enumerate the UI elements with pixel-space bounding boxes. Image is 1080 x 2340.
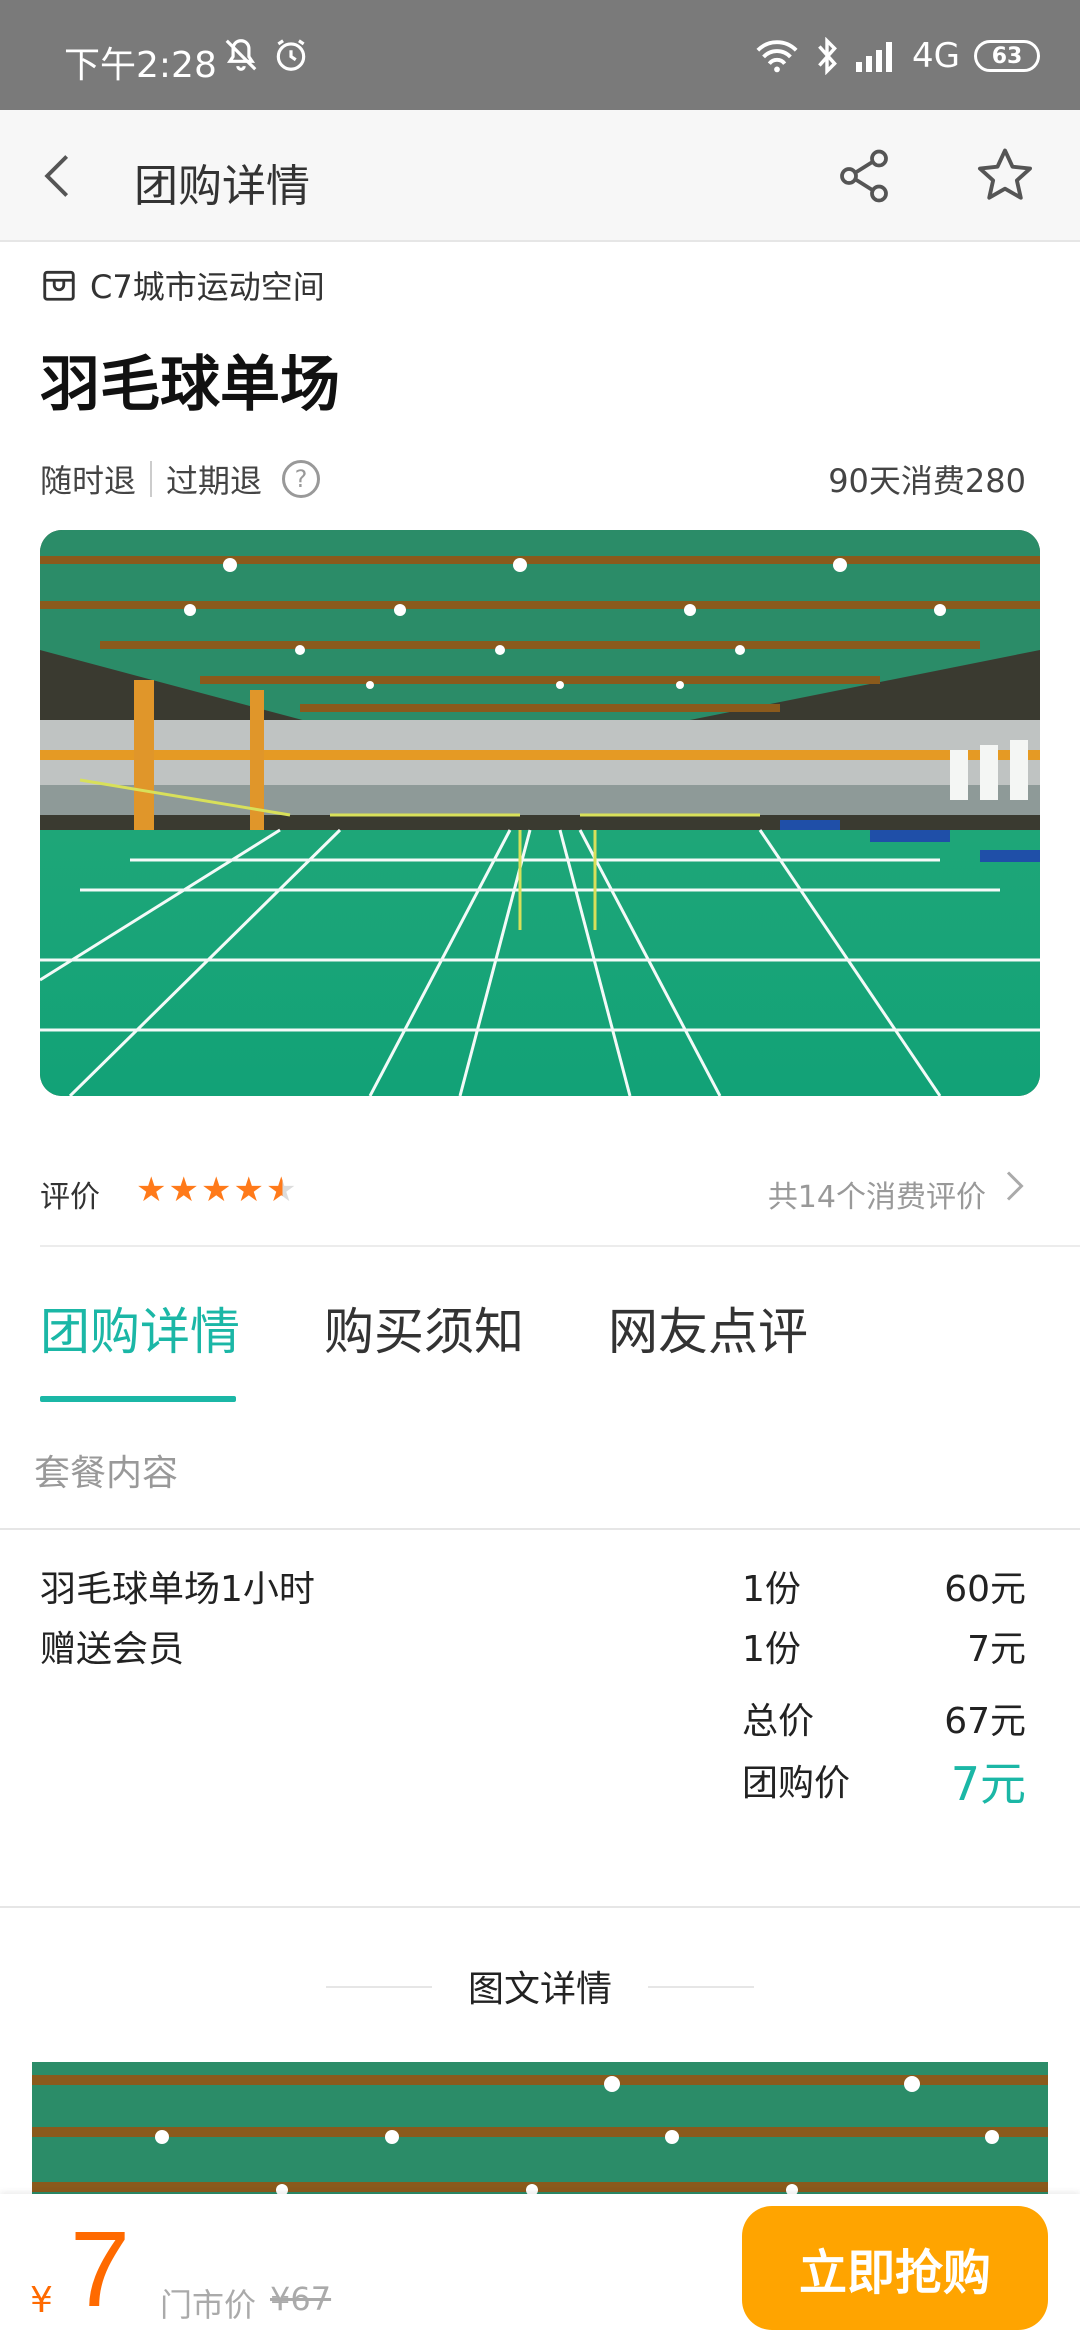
rating-row[interactable]: 评价 ★ ★ ★ ★ ★ 共14个消费评价 [40, 1166, 1040, 1222]
star-icon: ★ [168, 1170, 199, 1210]
tab-group-details[interactable]: 团购详情 [40, 1292, 240, 1364]
signal-icon [856, 42, 893, 72]
divider [0, 1528, 1080, 1530]
favorite-star-icon[interactable] [974, 144, 1036, 206]
package-item-name: 赠送会员 [40, 1629, 185, 1670]
sales-count: 90天消费280 [828, 462, 1026, 500]
detail-photo[interactable] [32, 2062, 1048, 2212]
shop-name: C7城市运动空间 [90, 268, 325, 306]
rating-stars: ★ ★ ★ ★ ★ [136, 1170, 296, 1210]
group-price: 7元 [950, 1757, 1026, 1811]
buy-now-button[interactable]: 立即抢购 [742, 2206, 1048, 2330]
currency-symbol: ¥ [30, 2280, 53, 2321]
package-item: 赠送会员 1份 7元 [0, 1620, 1080, 1680]
divider [40, 1245, 1080, 1247]
page-title: 团购详情 [134, 161, 310, 212]
shop-icon [43, 270, 75, 301]
deal-price: 7 [70, 2208, 131, 2329]
star-icon: ★ [136, 1170, 167, 1210]
total-label: 总价 [742, 1701, 815, 1742]
refund-expired: 过期退 [166, 462, 263, 500]
share-icon[interactable] [834, 146, 894, 206]
network-type: 4G [912, 36, 960, 76]
active-tab-indicator [40, 1396, 236, 1402]
refund-anytime: 随时退 [40, 462, 137, 500]
package-item-name: 羽毛球单场1小时 [40, 1569, 315, 1610]
original-price: ¥67 [270, 2280, 332, 2318]
package-item-price: 7元 [967, 1629, 1026, 1670]
star-icon: ★ [200, 1170, 232, 1210]
battery-level: 63 [991, 43, 1023, 69]
group-price-label: 团购价 [742, 1763, 851, 1804]
package-item-qty: 1份 [742, 1629, 801, 1670]
package-item: 羽毛球单场1小时 1份 60元 [0, 1560, 1080, 1620]
mute-notification-icon [225, 39, 257, 71]
image-text-details-header: 图文详情 [467, 1969, 612, 2010]
deal-title: 羽毛球单场 [40, 350, 340, 420]
divider [0, 1906, 1080, 1908]
bluetooth-icon [818, 37, 837, 75]
help-icon[interactable]: ? [282, 460, 321, 498]
refund-policy: 随时退 过期退 ? [40, 456, 321, 502]
package-item-price: 60元 [944, 1569, 1026, 1610]
alarm-icon [276, 39, 306, 71]
group-price-row: 团购价 7元 [0, 1754, 1080, 1814]
rating-label: 评价 [40, 1180, 100, 1215]
review-count: 共14个消费评价 [767, 1180, 986, 1215]
shop-row[interactable]: C7城市运动空间 [40, 262, 325, 308]
bottom-purchase-bar: ¥ 7 门市价 ¥67 立即抢购 [0, 2194, 1080, 2340]
refund-divider [150, 461, 153, 497]
package-item-qty: 1份 [742, 1569, 801, 1610]
wifi-icon [756, 40, 798, 73]
tab-user-reviews[interactable]: 网友点评 [608, 1292, 808, 1364]
total-price: 67元 [944, 1701, 1026, 1742]
star-icon: ★ [233, 1170, 264, 1210]
package-section-label: 套餐内容 [34, 1453, 179, 1494]
chevron-right-icon [1006, 1171, 1024, 1201]
detail-tabs: 团购详情 购买须知 网友点评 [40, 1292, 808, 1364]
tab-purchase-notes[interactable]: 购买须知 [324, 1292, 524, 1364]
nav-bar: 团购详情 [0, 110, 1080, 242]
original-price-label: 门市价 [160, 2286, 257, 2324]
total-row: 总价 67元 [0, 1692, 1080, 1752]
status-right: 4G 63 [754, 36, 1040, 76]
half-star-icon: ★ [265, 1170, 297, 1210]
divider [648, 1986, 754, 1988]
status-time: 下午2:28 [64, 45, 217, 86]
back-icon[interactable] [32, 150, 84, 202]
deal-photo[interactable] [40, 530, 1040, 1096]
battery-icon: 63 [974, 40, 1040, 72]
status-bar: 下午2:28 4G 63 [0, 0, 1080, 110]
status-icons [222, 36, 310, 74]
